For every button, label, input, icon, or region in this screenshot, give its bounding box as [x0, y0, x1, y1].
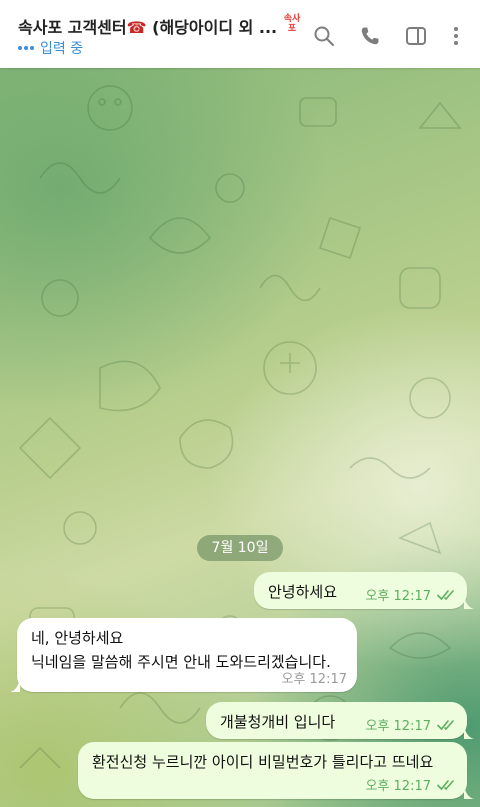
- message-bubble-outgoing[interactable]: 안녕하세요 오후 12:17: [254, 572, 474, 609]
- double-check-icon: [437, 589, 454, 600]
- message-time: 오후 12:17: [365, 589, 431, 604]
- message-text: 안녕하세요: [268, 583, 338, 601]
- message-meta: 오후 12:17: [281, 668, 347, 687]
- date-separator: 7월 10일: [197, 535, 283, 561]
- chat-header: 속사포 고객센터☎ (해당아이디 외 ... 속사포 입력 중: [0, 0, 480, 68]
- bubble-tail: [464, 725, 474, 739]
- typing-status: 입력 중: [18, 38, 83, 58]
- message-time: 오후 12:17: [365, 719, 431, 734]
- bubble-tail: [10, 678, 20, 692]
- stamp-logo-icon: 속사포: [283, 14, 301, 34]
- double-check-icon: [437, 719, 454, 730]
- message-meta: 오후 12:17: [365, 585, 457, 604]
- chat-area[interactable]: 7월 10일 안녕하세요 오후 12:17 네, 안녕하세요 닉네임을 말씀해 …: [0, 68, 480, 807]
- message-time: 오후 12:17: [365, 779, 431, 794]
- message-bubble-outgoing[interactable]: 환전신청 누르니깐 아이디 비밀번호가 틀리다고 뜨네요 오후 12:17: [78, 742, 474, 799]
- chat-title-text: 속사포 고객센터: [18, 18, 127, 37]
- more-vertical-icon[interactable]: [444, 24, 468, 48]
- search-icon[interactable]: [312, 24, 336, 48]
- typing-dots-icon: [18, 46, 34, 50]
- chat-title-suffix: (해당아이디 외 ...: [146, 18, 278, 37]
- message-text: 개불청개비 입니다: [220, 713, 336, 731]
- bubble-tail: [464, 785, 474, 799]
- sidebar-toggle-icon[interactable]: [404, 24, 428, 48]
- message-text-line-1: 네, 안녕하세요: [31, 629, 124, 647]
- double-check-icon: [437, 779, 454, 790]
- chat-title[interactable]: 속사포 고객센터☎ (해당아이디 외 ...: [18, 14, 280, 38]
- message-bubble-incoming[interactable]: 네, 안녕하세요 닉네임을 말씀해 주시면 안내 도와드리겠습니다. 오후 12…: [10, 618, 357, 692]
- message-bubble-outgoing[interactable]: 개불청개비 입니다 오후 12:17: [206, 702, 474, 739]
- wallpaper-doodles: [18, 85, 462, 769]
- message-text: 환전신청 누르니깐 아이디 비밀번호가 틀리다고 뜨네요: [92, 753, 434, 771]
- typing-status-text: 입력 중: [40, 41, 84, 57]
- telephone-emoji-icon: ☎: [126, 18, 147, 37]
- bubble-tail: [464, 595, 474, 609]
- message-meta: 오후 12:17: [365, 775, 457, 794]
- message-time: 오후 12:17: [281, 672, 347, 687]
- phone-icon[interactable]: [358, 24, 382, 48]
- message-meta: 오후 12:17: [365, 715, 457, 734]
